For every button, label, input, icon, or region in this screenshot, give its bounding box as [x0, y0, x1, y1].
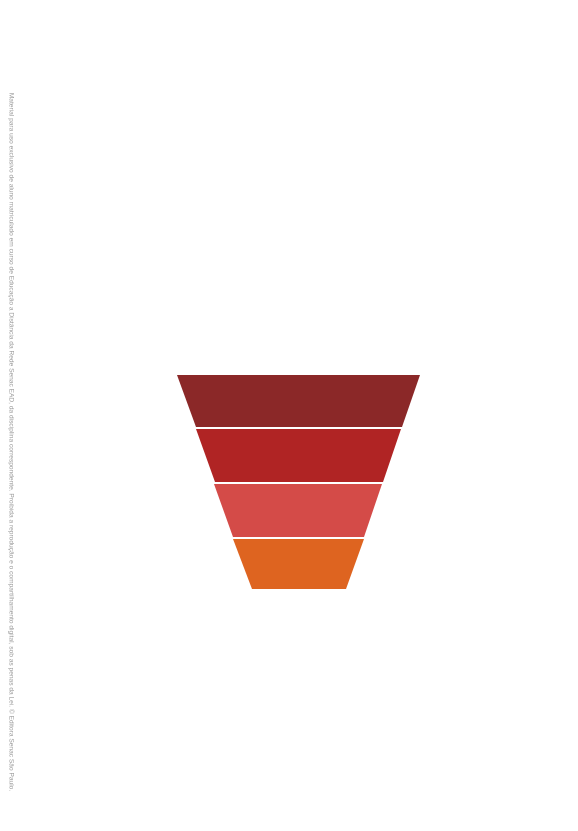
funnel-stage-4 — [233, 539, 364, 589]
funnel-stage-3 — [214, 484, 382, 537]
funnel-stage-1 — [177, 375, 420, 427]
funnel-diagram — [177, 375, 420, 589]
funnel-stage-2 — [196, 429, 401, 482]
